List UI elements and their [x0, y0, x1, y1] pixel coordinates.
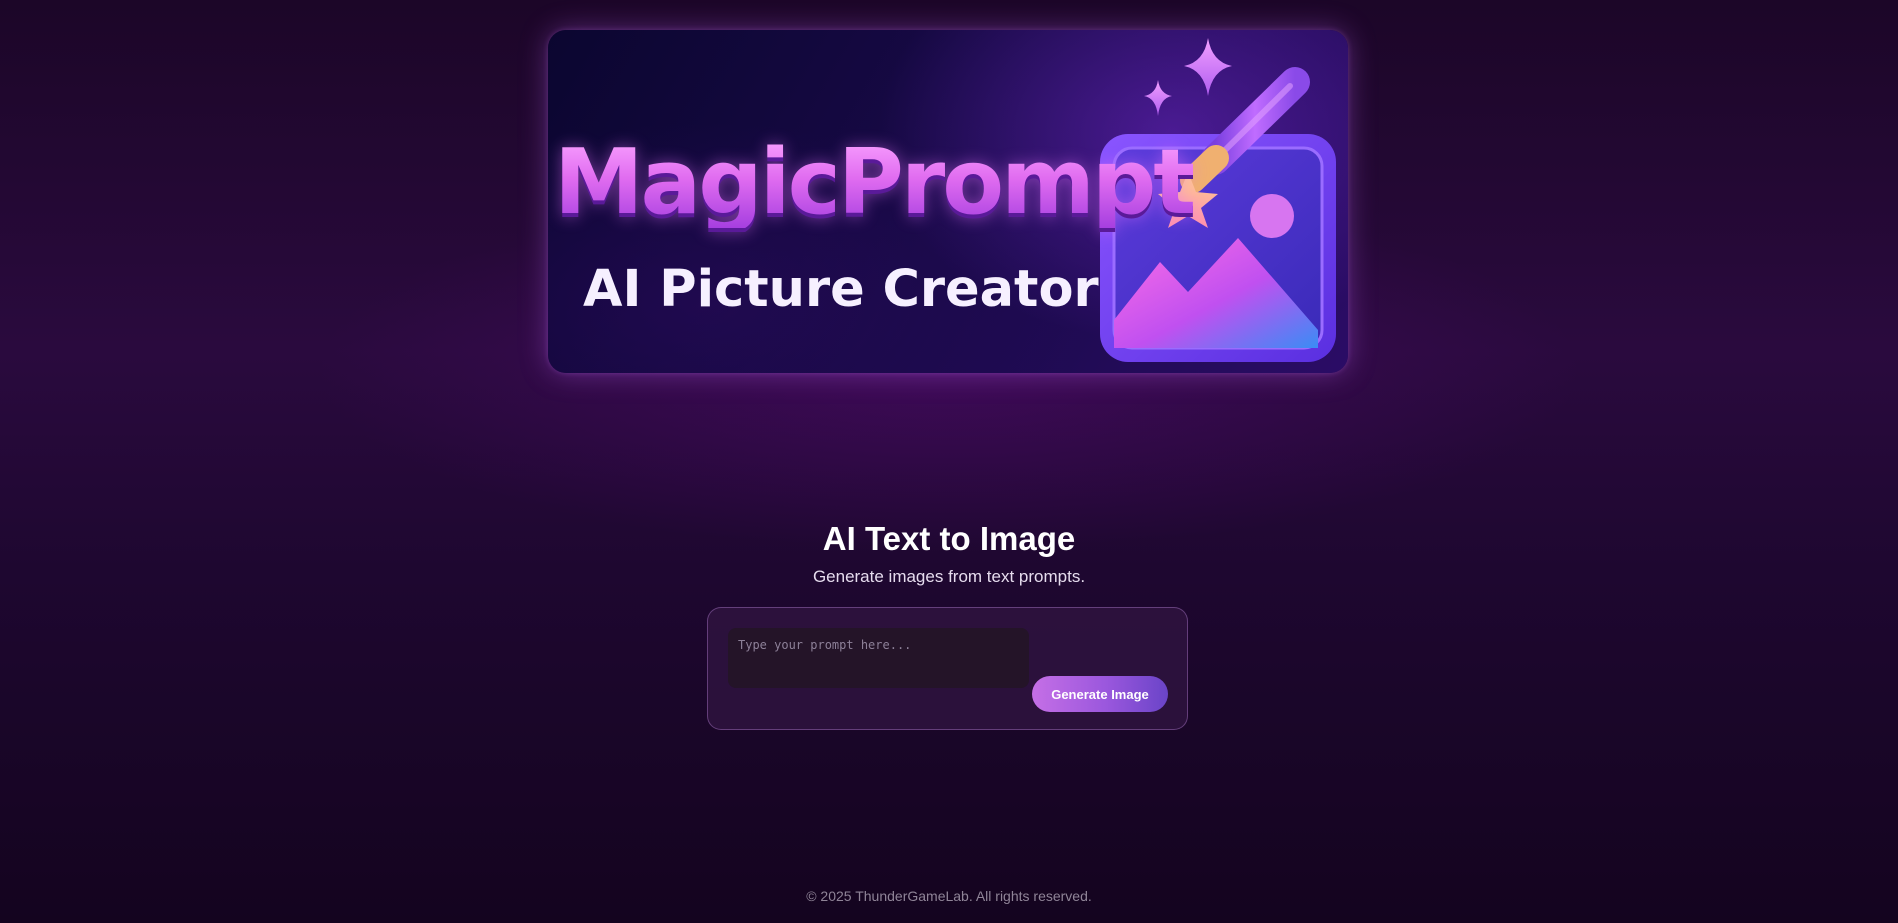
- footer-copyright: © 2025 ThunderGameLab. All rights reserv…: [806, 888, 1092, 904]
- page-subtitle: Generate images from text prompts.: [812, 567, 1086, 586]
- prompt-input[interactable]: [728, 628, 1029, 688]
- prompt-card: Generate Image: [707, 607, 1188, 730]
- sparkle-icon: [1144, 38, 1232, 116]
- brand-tagline: AI Picture Creator: [583, 260, 1099, 319]
- brand-name: MagicPrompt: [554, 130, 1196, 235]
- page-title: AI Text to Image: [822, 520, 1076, 557]
- hero-banner: MagicPrompt AI Picture Creator: [548, 30, 1348, 373]
- generate-image-button[interactable]: Generate Image: [1032, 676, 1168, 712]
